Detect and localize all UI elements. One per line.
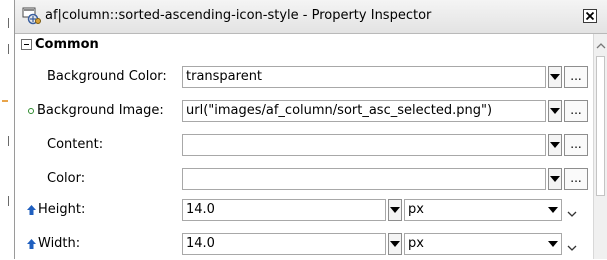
scrollbar-thumb[interactable]	[596, 56, 605, 196]
content-field[interactable]	[182, 134, 546, 156]
ide-background	[0, 0, 14, 259]
property-modified-arrow-icon	[27, 204, 36, 218]
vertical-scrollbar[interactable]	[593, 34, 607, 259]
property-set-indicator-icon	[28, 108, 34, 114]
ellipsis-button[interactable]: ...	[564, 100, 588, 122]
chevron-down-icon[interactable]	[567, 207, 577, 221]
property-label: Content:	[47, 137, 104, 152]
background-color-field[interactable]: transparent	[182, 66, 546, 88]
dropdown-arrow-icon	[550, 108, 560, 114]
collapse-toggle-icon[interactable]	[21, 39, 32, 50]
property-row-width: Width: 14.0 px	[15, 228, 593, 260]
ellipsis-button[interactable]: ...	[564, 66, 588, 88]
dropdown-button[interactable]	[388, 199, 402, 221]
dropdown-arrow-icon	[550, 74, 560, 80]
ide-tick	[8, 196, 9, 206]
property-row-color: Color: ...	[15, 163, 593, 195]
close-button[interactable]	[583, 9, 597, 23]
property-label: Color:	[47, 171, 86, 186]
property-label: Height:	[38, 202, 86, 217]
dropdown-arrow-icon	[390, 207, 400, 213]
dropdown-arrow-icon	[550, 176, 560, 182]
property-row-content: Content: ...	[15, 129, 593, 161]
height-value-field[interactable]: 14.0	[182, 199, 386, 221]
property-row-height: Height: 14.0 px	[15, 194, 593, 226]
dropdown-button[interactable]	[548, 66, 562, 88]
ide-tick	[8, 136, 9, 146]
property-label: Background Image:	[37, 103, 164, 118]
dropdown-arrow-icon	[550, 142, 560, 148]
height-unit-select[interactable]: px	[404, 199, 562, 221]
css-property-icon	[22, 7, 42, 25]
dropdown-button[interactable]	[548, 134, 562, 156]
ellipsis-button[interactable]: ...	[564, 134, 588, 156]
scroll-up-icon[interactable]	[596, 38, 606, 52]
dropdown-button[interactable]	[388, 233, 402, 255]
chevron-down-icon[interactable]	[567, 241, 577, 255]
property-row-background-color: Background Color: transparent ...	[15, 61, 593, 93]
unit-value: px	[408, 236, 424, 251]
unit-value: px	[408, 202, 424, 217]
close-icon	[585, 11, 595, 21]
window-title: af|column::sorted-ascending-icon-style -…	[45, 8, 432, 23]
ellipsis-button[interactable]: ...	[564, 168, 588, 190]
title-bar[interactable]: af|column::sorted-ascending-icon-style -…	[15, 0, 607, 34]
section-common[interactable]: Common	[15, 34, 593, 56]
ide-marker	[2, 100, 8, 102]
ide-tick	[8, 18, 9, 28]
property-modified-arrow-icon	[27, 238, 36, 252]
section-title: Common	[35, 37, 99, 52]
background-image-field[interactable]: url("images/af_column/sort_asc_selected.…	[182, 100, 546, 122]
dropdown-arrow-icon	[390, 241, 400, 247]
property-label: Width:	[38, 236, 81, 251]
ide-tick	[8, 44, 9, 54]
width-unit-select[interactable]: px	[404, 233, 562, 255]
dropdown-button[interactable]	[548, 100, 562, 122]
dropdown-button[interactable]	[548, 168, 562, 190]
dropdown-arrow-icon	[548, 241, 558, 247]
dropdown-arrow-icon	[548, 207, 558, 213]
width-value-field[interactable]: 14.0	[182, 233, 386, 255]
property-inspector-window: af|column::sorted-ascending-icon-style -…	[14, 0, 607, 259]
property-row-background-image: Background Image: url("images/af_column/…	[15, 95, 593, 127]
property-label: Background Color:	[47, 69, 167, 84]
property-list: Common Background Color: transparent ...…	[15, 34, 593, 259]
color-field[interactable]	[182, 168, 546, 190]
